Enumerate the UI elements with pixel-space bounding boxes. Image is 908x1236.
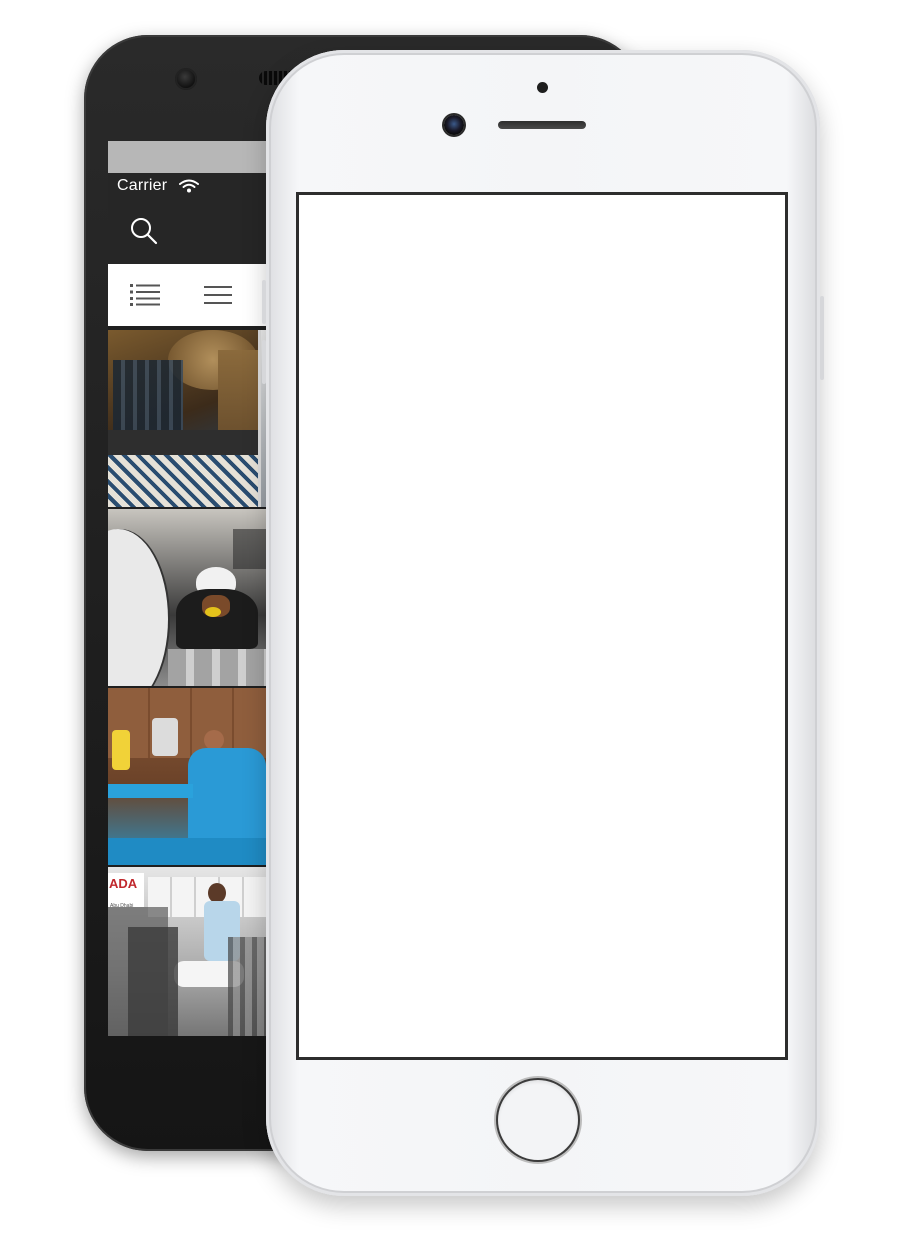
menu-icon[interactable] xyxy=(204,285,232,305)
volume-down-button xyxy=(262,340,266,384)
list-view-icon[interactable] xyxy=(130,284,160,306)
wifi-icon xyxy=(179,179,199,193)
front-camera-icon xyxy=(444,115,464,135)
search-icon[interactable] xyxy=(130,217,158,245)
front-camera-icon xyxy=(175,68,197,90)
home-button[interactable] xyxy=(498,1080,578,1160)
power-button xyxy=(820,296,824,380)
volume-up-button xyxy=(262,280,266,324)
hotel-brand-logo: ADA Abu Dhabi xyxy=(108,873,144,907)
front-phone-device xyxy=(262,50,824,1196)
brand-badge-subtext: Abu Dhabi xyxy=(110,903,134,907)
earpiece-speaker xyxy=(498,121,586,129)
proximity-sensor xyxy=(537,82,548,93)
brand-badge-text: ADA xyxy=(109,876,138,891)
status-carrier: Carrier xyxy=(117,177,168,194)
front-phone-screen xyxy=(296,192,788,1060)
